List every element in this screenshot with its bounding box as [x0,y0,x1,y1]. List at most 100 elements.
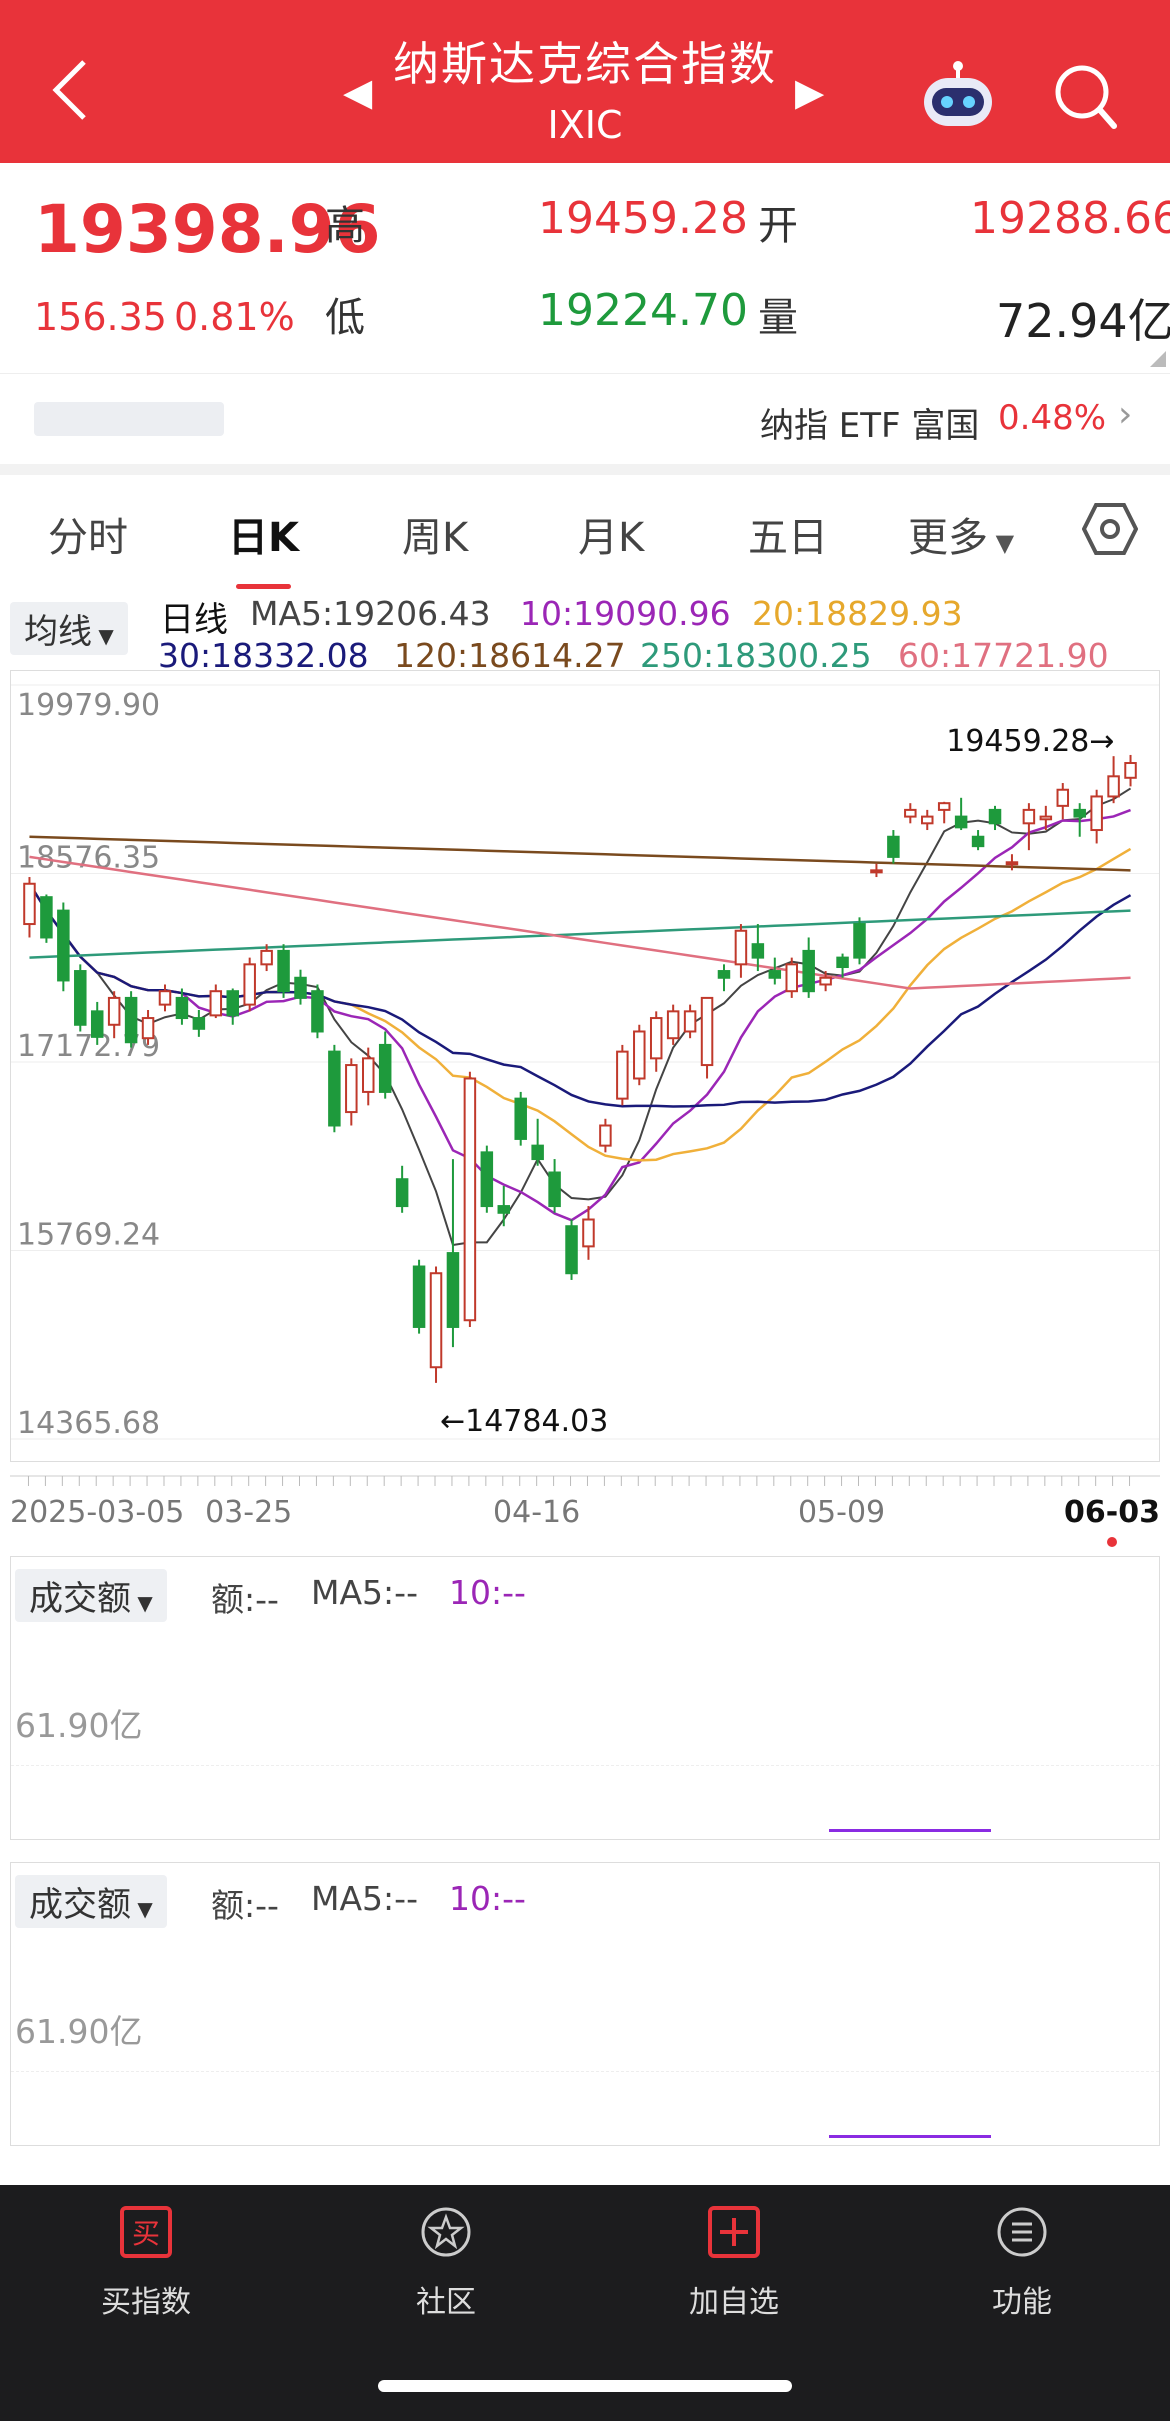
search-icon[interactable] [1052,62,1118,132]
candle-body [1107,775,1120,798]
ma5-line [28,787,1132,1247]
robot-assistant-icon[interactable] [918,60,998,130]
etf-name: 纳指 ETF 富国 [760,406,980,446]
nav-community[interactable]: 社区 [346,2205,546,2321]
turnover-dropdown[interactable]: 成交额 ▼ [15,1569,167,1622]
candle-body [633,1030,646,1080]
candle-body [887,835,900,858]
caret-down-icon: ▼ [131,1897,153,1921]
turnover-amount: 额:-- [211,1580,279,1619]
candle-body [40,896,53,939]
community-icon [421,2207,471,2257]
chevron-right-icon: › [1118,394,1133,435]
divider [11,1765,1159,1766]
candle-body [971,835,985,848]
candle-body [1022,808,1036,825]
candle-body [446,1252,460,1328]
min-price-label: ←14784.03 [440,1404,608,1439]
ma10-line [28,808,1131,1222]
candle-body [260,949,273,966]
caret-down-icon: ▼ [988,529,1015,557]
candle-body [717,970,731,979]
nav-add-watchlist[interactable]: 加自选 [634,2205,834,2321]
nav-buy-index[interactable]: 买 买指数 [46,2205,246,2321]
volume-value: 72.94亿 [996,294,1170,348]
candle-body [802,949,815,993]
candle-body [870,869,883,874]
candle-body [277,949,290,993]
candle-body [294,976,307,999]
open-label: 开 [758,203,798,249]
turnover-amount: 额:-- [211,1886,279,1925]
ma-period-label: 日线 [160,600,228,640]
next-index-icon[interactable]: ▶ [795,70,824,114]
turnover-ma10: 10:-- [449,1879,526,1918]
candle-body [836,956,849,969]
candle-body [429,1272,443,1369]
y-tick-label: 19979.90 [17,688,160,723]
tab-more[interactable]: 更多 ▼ [908,505,1014,563]
ma20-value: 20:18829.93 [752,594,963,633]
buy-icon: 买 [120,2206,172,2258]
candle-body [819,976,832,986]
volume-label: 量 [758,295,798,341]
candle-body [988,808,1002,825]
candle-body [395,1178,409,1208]
turnover-ma-line [829,1829,991,1832]
low-value: 19224.70 [538,285,748,336]
settings-hexagon-icon[interactable] [1082,501,1138,557]
candle-body [209,990,223,1017]
candle-body [74,970,87,1026]
ma60-line [29,855,1131,990]
divider [11,2071,1159,2072]
turnover-axis-label: 61.90亿 [15,2012,143,2051]
tab-weekly-k[interactable]: 周K [402,505,468,563]
candle-body [768,970,782,979]
volume-panel-1[interactable]: 成交额 ▼ 额:-- MA5:-- 10:-- 61.90亿 [10,1556,1160,1840]
candle-body [57,909,70,982]
candle-body [497,1205,511,1214]
caret-down-icon: ▼ [131,1591,153,1615]
blurred-placeholder [34,402,224,436]
open-value: 19288.66 [970,193,1170,244]
turnover-dropdown-label: 成交额 [29,1579,131,1619]
max-price-label: 19459.28→ [946,724,1114,759]
turnover-dropdown[interactable]: 成交额 ▼ [15,1875,167,1928]
candle-body [921,815,934,825]
candle-body [1090,795,1103,832]
candle-body [463,1077,477,1322]
candle-body [243,963,256,1006]
etf-link-row[interactable]: 纳指 ETF 富国 0.48% › [0,373,1170,464]
add-watchlist-icon [708,2206,760,2258]
tab-monthly-k[interactable]: 月K [578,505,644,563]
menu-icon [997,2207,1047,2257]
y-tick-label: 14365.68 [17,1406,160,1441]
turnover-ma5: MA5:-- [311,1573,418,1612]
nav-functions[interactable]: 功能 [922,2205,1122,2321]
kline-panel[interactable]: 19979.90 18576.35 17172.79 15769.24 14365.68… [10,670,1160,1462]
candle-body [616,1050,629,1100]
nav-label: 加自选 [689,2285,779,2320]
turnover-ma10: 10:-- [449,1573,526,1612]
home-indicator [378,2380,792,2392]
volume-panel-2[interactable]: 成交额 ▼ 额:-- MA5:-- 10:-- 61.90亿 [10,1862,1160,2146]
candle-body [1039,815,1053,821]
chart-area: 均线 ▼ 日线 MA5:19206.43 10:19090.96 20:1882… [0,590,1170,2185]
current-day-marker [1107,1537,1117,1547]
ma-dropdown-label: 均线 [24,612,92,652]
tab-daily-k[interactable]: 日K [228,505,299,589]
expand-corner-icon[interactable] [1150,351,1166,367]
candlestick-chart[interactable]: 19979.9018576.3517172.7915769.2414365.68… [11,671,1159,1461]
period-tabs: 分时 日K 周K 月K 五日 更多 ▼ [0,475,1170,590]
candle-body [141,1017,155,1040]
candle-body [328,1050,341,1127]
top-bar: ◀ 纳斯达克综合指数 IXIC ▶ [0,0,1170,163]
candle-body [700,996,714,1067]
ma-dropdown[interactable]: 均线 ▼ [10,602,128,655]
candle-body [107,996,121,1026]
nav-label: 买指数 [101,2285,191,2320]
candle-body [1005,861,1019,866]
candle-body [904,808,917,818]
tab-intraday[interactable]: 分时 [48,505,128,563]
tab-five-day[interactable]: 五日 [748,505,828,563]
